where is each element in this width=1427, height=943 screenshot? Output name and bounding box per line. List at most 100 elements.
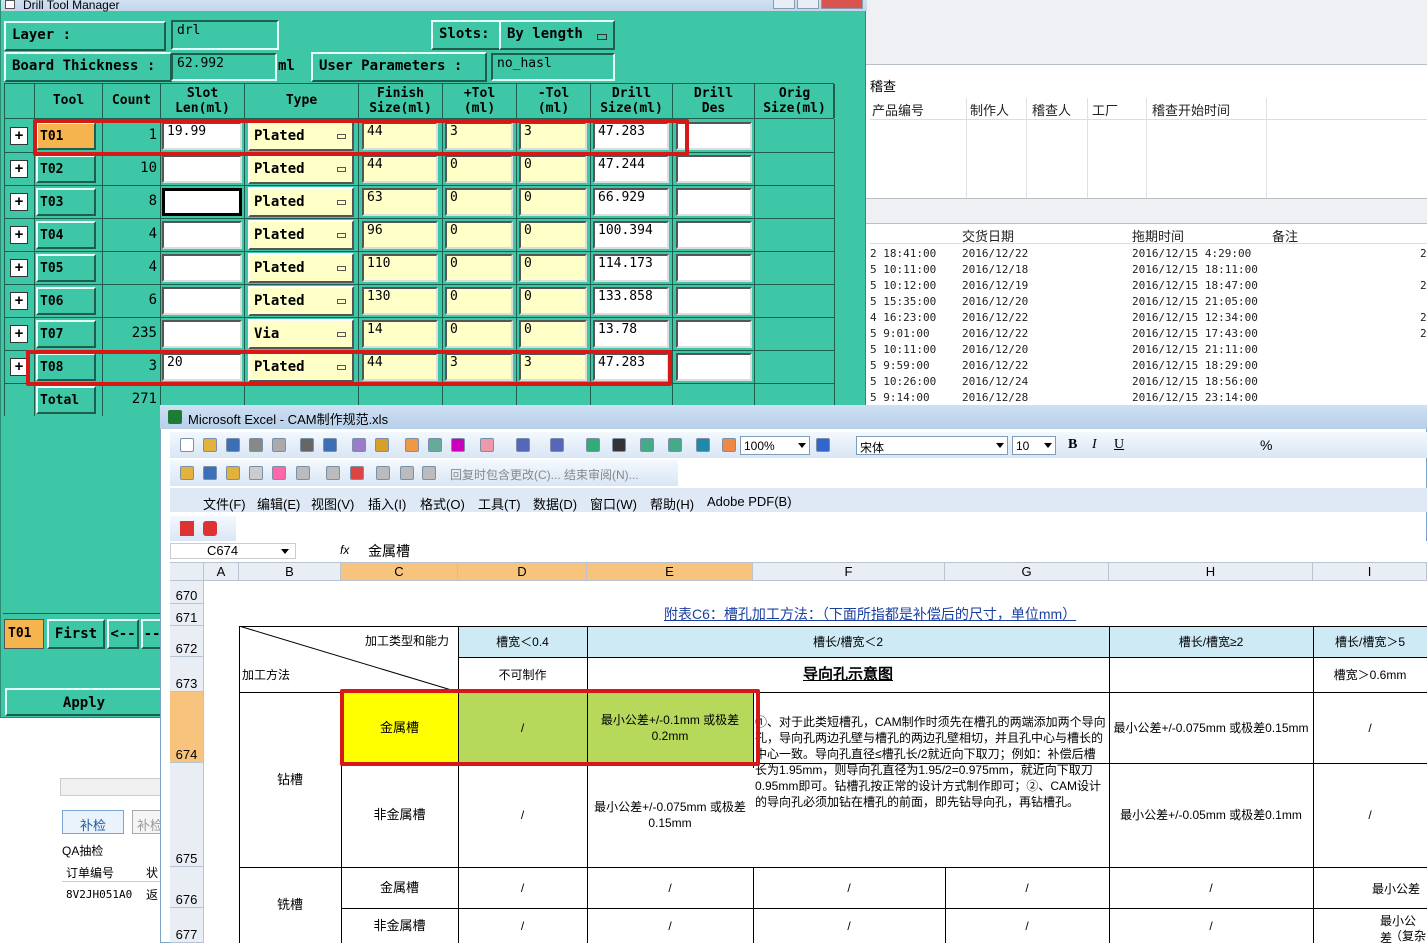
- toolbar-icon[interactable]: [180, 438, 194, 452]
- menu-item[interactable]: Adobe PDF(B): [707, 494, 792, 509]
- drill-des-field[interactable]: [676, 254, 752, 282]
- cell-i674[interactable]: /: [1313, 692, 1427, 763]
- menu-item[interactable]: 视图(V): [311, 494, 354, 513]
- column-header[interactable]: I: [1313, 563, 1427, 581]
- cell-c676[interactable]: 金属槽: [341, 867, 458, 908]
- type-dropdown[interactable]: Plated: [248, 187, 354, 217]
- user-params-field[interactable]: no_hasl: [491, 53, 615, 81]
- scrollbar[interactable]: [60, 778, 170, 796]
- drill-des-field[interactable]: [676, 320, 752, 348]
- review-icon[interactable]: [376, 466, 390, 480]
- thickness-field[interactable]: 62.992: [171, 53, 277, 81]
- drill-size-field[interactable]: 114.173: [593, 254, 669, 282]
- review-icon[interactable]: [203, 466, 217, 480]
- cell-h675[interactable]: 最小公差+/-0.05mm 或极差0.1mm: [1109, 763, 1313, 867]
- plus-tol-field[interactable]: 0: [445, 155, 513, 183]
- type-dropdown[interactable]: Plated: [248, 220, 354, 250]
- column-header[interactable]: B: [239, 563, 341, 581]
- review-icon[interactable]: [272, 466, 286, 480]
- cell-f676[interactable]: /: [753, 867, 945, 908]
- toolbar-icon[interactable]: [405, 438, 419, 452]
- layer-field[interactable]: drl: [171, 20, 279, 50]
- toolbar-icon[interactable]: [516, 438, 530, 452]
- menu-item[interactable]: 编辑(E): [257, 494, 300, 513]
- row-header[interactable]: 673: [170, 657, 204, 692]
- review-icon[interactable]: [400, 466, 414, 480]
- toolbar-icon[interactable]: [428, 438, 442, 452]
- review-text[interactable]: 回复时包含更改(C)... 结束审阅(N)...: [450, 466, 639, 483]
- toolbar-icon[interactable]: [300, 438, 314, 452]
- cell-i676[interactable]: 最小公差: [1372, 880, 1420, 897]
- finish-size-field[interactable]: 110: [362, 254, 438, 282]
- pdf-review-icon[interactable]: [203, 521, 217, 536]
- cell-h674[interactable]: 最小公差+/-0.075mm 或极差0.15mm: [1109, 692, 1313, 763]
- expand-icon[interactable]: +: [10, 325, 28, 343]
- toolbar-icon[interactable]: [352, 438, 366, 452]
- cell-e675[interactable]: 最小公差+/-0.075mm 或极差0.15mm: [587, 763, 753, 867]
- row-header[interactable]: 677: [170, 908, 204, 943]
- plus-tol-field[interactable]: 0: [445, 287, 513, 315]
- row-header[interactable]: 675: [170, 763, 204, 867]
- slots-dropdown[interactable]: By length: [499, 20, 615, 50]
- drill-des-field[interactable]: [676, 287, 752, 315]
- pdf-icon[interactable]: [180, 521, 194, 536]
- finish-size-field[interactable]: 96: [362, 221, 438, 249]
- menu-item[interactable]: 数据(D): [533, 494, 577, 513]
- underline-button[interactable]: U: [1114, 437, 1124, 453]
- review-icon[interactable]: [422, 466, 436, 480]
- finish-size-field[interactable]: 14: [362, 320, 438, 348]
- name-box[interactable]: C674: [170, 543, 296, 559]
- toolbar-icon[interactable]: [612, 438, 626, 452]
- maximize-button[interactable]: [797, 0, 819, 9]
- menu-item[interactable]: 文件(F): [203, 494, 246, 513]
- select-all-corner[interactable]: [170, 563, 204, 581]
- expand-icon[interactable]: +: [10, 193, 28, 211]
- review-icon[interactable]: [296, 466, 310, 480]
- expand-icon[interactable]: +: [10, 259, 28, 277]
- toolbar-icon[interactable]: [272, 438, 286, 452]
- toolbar-icon[interactable]: [668, 438, 682, 452]
- cell-i675[interactable]: /: [1313, 763, 1427, 867]
- formula-input[interactable]: 金属槽: [368, 541, 410, 561]
- minus-tol-field[interactable]: 0: [519, 254, 587, 282]
- slot-length-field[interactable]: [162, 221, 242, 249]
- toolbar-icon[interactable]: [816, 438, 830, 452]
- zoom-select[interactable]: 100%: [740, 436, 810, 455]
- toolbar-icon[interactable]: [640, 438, 654, 452]
- menu-item[interactable]: 格式(O): [420, 494, 465, 513]
- close-button[interactable]: [821, 0, 863, 9]
- font-size-select[interactable]: 10: [1012, 436, 1056, 455]
- row-header[interactable]: 674: [170, 692, 204, 763]
- column-header[interactable]: F: [753, 563, 945, 581]
- column-header[interactable]: E: [587, 563, 753, 581]
- slot-length-field[interactable]: [162, 287, 242, 315]
- cell-d675[interactable]: /: [458, 763, 587, 867]
- menu-item[interactable]: 窗口(W): [590, 494, 637, 513]
- review-icon[interactable]: [226, 466, 240, 480]
- drill-size-field[interactable]: 47.244: [593, 155, 669, 183]
- column-header[interactable]: H: [1109, 563, 1313, 581]
- bold-button[interactable]: B: [1068, 437, 1077, 453]
- cell-d676[interactable]: /: [458, 867, 587, 908]
- cell-c675[interactable]: 非金属槽: [341, 763, 458, 867]
- review-icon[interactable]: [350, 466, 364, 480]
- cell-g676[interactable]: /: [945, 867, 1109, 908]
- type-dropdown[interactable]: Plated: [248, 253, 354, 283]
- toolbar-icon[interactable]: [203, 438, 217, 452]
- toolbar-icon[interactable]: [586, 438, 600, 452]
- cell-h676[interactable]: /: [1109, 867, 1313, 908]
- minus-tol-field[interactable]: 0: [519, 188, 587, 216]
- first-button[interactable]: First: [47, 619, 105, 649]
- cell-i677b[interactable]: （复杂: [1390, 927, 1426, 943]
- drill-des-field[interactable]: [676, 353, 752, 381]
- italic-button[interactable]: I: [1092, 437, 1097, 453]
- tool-button[interactable]: T05: [36, 254, 96, 282]
- review-icon[interactable]: [180, 466, 194, 480]
- row-header[interactable]: 676: [170, 867, 204, 908]
- recheck-button[interactable]: 补检: [62, 810, 124, 834]
- font-select[interactable]: 宋体: [856, 436, 1008, 455]
- column-header[interactable]: G: [945, 563, 1109, 581]
- tool-button[interactable]: T02: [36, 155, 96, 183]
- menu-item[interactable]: 插入(I): [368, 494, 406, 513]
- column-header[interactable]: A: [204, 563, 239, 581]
